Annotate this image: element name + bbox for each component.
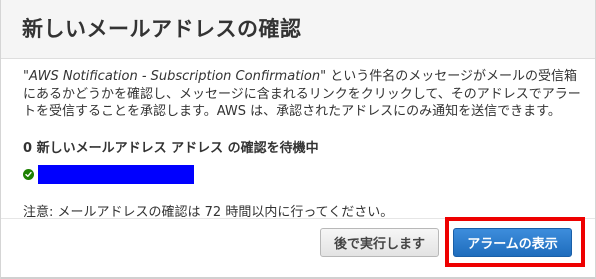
check-circle-icon	[23, 169, 34, 180]
dialog-title: 新しいメールアドレスの確認	[22, 17, 302, 41]
email-address-redacted	[38, 165, 194, 184]
subject-quote: "AWS Notification - Subscription Confirm…	[23, 69, 327, 84]
email-row	[23, 165, 194, 184]
do-later-button[interactable]: 後で実行します	[320, 228, 439, 257]
view-alarms-button[interactable]: アラームの表示	[453, 228, 572, 257]
dialog-header: 新しいメールアドレスの確認	[1, 0, 595, 59]
pending-confirmation-text: 0 新しいメールアドレス アドレス の確認を待機中	[23, 141, 319, 156]
dialog-description: "AWS Notification - Subscription Confirm…	[23, 68, 581, 121]
email-confirmation-dialog: 新しいメールアドレスの確認 "AWS Notification - Subscr…	[0, 0, 596, 279]
